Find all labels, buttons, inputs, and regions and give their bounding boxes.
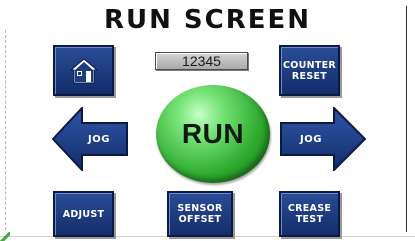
crease-test-button[interactable]: CREASE TEST bbox=[279, 191, 340, 237]
counter-display: 12345 bbox=[155, 52, 248, 70]
crease-test-label: CREASE TEST bbox=[287, 203, 332, 225]
frame-left-edge bbox=[5, 30, 6, 230]
frame-right-edge bbox=[406, 6, 407, 232]
jog-left-label: JOG bbox=[88, 133, 110, 145]
counter-reset-label: COUNTER RESET bbox=[282, 59, 337, 82]
run-button[interactable]: RUN bbox=[156, 85, 270, 183]
sensor-offset-button[interactable]: SENSOR OFFSET bbox=[167, 191, 233, 237]
home-icon bbox=[69, 57, 98, 83]
home-button[interactable] bbox=[53, 45, 114, 96]
jog-left-button[interactable]: JOG bbox=[52, 107, 128, 171]
adjust-button[interactable]: ADJUST bbox=[53, 191, 114, 237]
run-label: RUN bbox=[181, 118, 245, 149]
corner-mark bbox=[0, 232, 10, 241]
page-title: RUN SCREEN bbox=[103, 5, 312, 35]
counter-reset-button[interactable]: COUNTER RESET bbox=[279, 45, 340, 96]
sensor-offset-label: SENSOR OFFSET bbox=[177, 203, 223, 225]
jog-right-button[interactable]: JOG bbox=[280, 107, 366, 171]
jog-right-label: JOG bbox=[300, 133, 322, 145]
adjust-label: ADJUST bbox=[62, 208, 105, 220]
